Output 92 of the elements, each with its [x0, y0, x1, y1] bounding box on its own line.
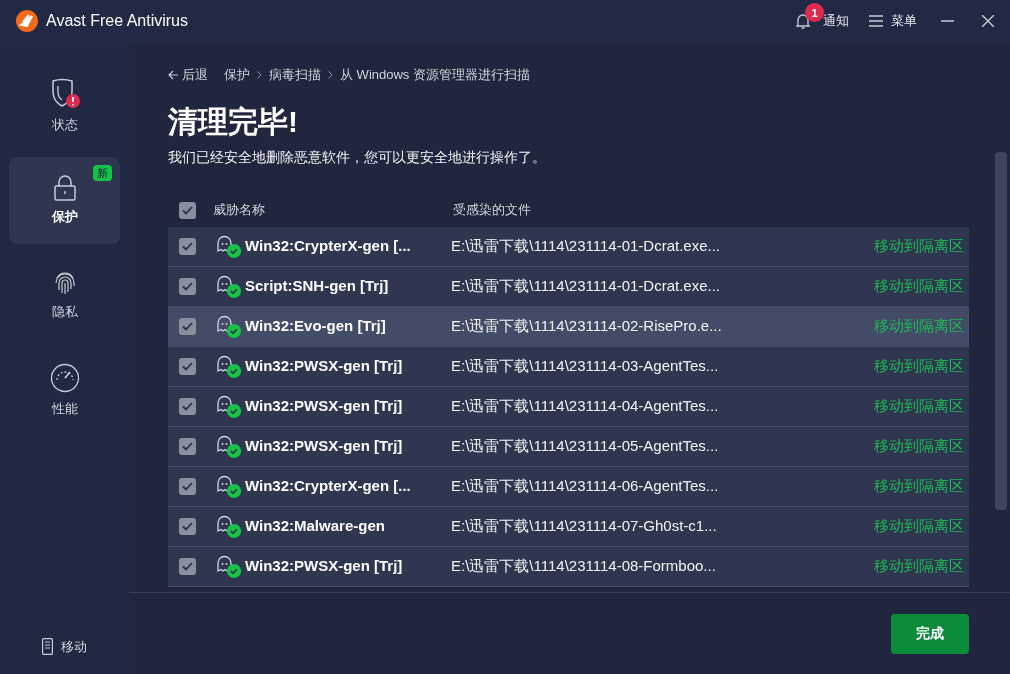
sidebar-item[interactable]: 保护 新	[9, 157, 120, 244]
row-checkbox[interactable]	[179, 438, 196, 455]
threat-row[interactable]: Win32:CrypterX-gen [... E:\迅雷下载\1114\231114-06-AgentTes... 移动到隔离区	[168, 467, 969, 507]
checkmark-icon	[182, 402, 193, 411]
ghost-check-icon	[216, 514, 242, 539]
file-path: E:\迅雷下载\1114\231114-01-Dcrat.exe...	[451, 236, 720, 257]
threat-name: Win32:CrypterX-gen [...	[245, 236, 412, 257]
row-checkbox[interactable]	[179, 398, 196, 415]
quarantine-link[interactable]: 移动到隔离区	[874, 395, 964, 418]
sidebar-item[interactable]: 性能	[9, 347, 120, 434]
row-checkbox[interactable]	[179, 238, 196, 255]
ghost-check-icon	[216, 434, 242, 459]
ghost-check-icon	[216, 394, 242, 419]
quarantine-link[interactable]: 移动到隔离区	[874, 435, 964, 458]
page-heading: 清理完毕!	[168, 104, 299, 140]
file-path: E:\迅雷下载\1114\231114-07-Gh0st-c1...	[451, 516, 717, 537]
checkmark-icon	[182, 522, 193, 531]
row-checkbox[interactable]	[179, 518, 196, 535]
quarantine-link[interactable]: 移动到隔离区	[874, 355, 964, 378]
threat-row[interactable]: Win32:Evo-gen [Trj] E:\迅雷下载\1114\231114-02-RisePro.e... 移动到隔离区	[168, 307, 969, 347]
ghost-check-icon	[216, 474, 242, 499]
threat-name: Win32:PWSX-gen [Trj]	[245, 436, 404, 457]
checkmark-icon	[182, 482, 193, 491]
file-path: E:\迅雷下载\1114\231114-04-AgentTes...	[451, 396, 719, 417]
threat-row[interactable]: Win32:CrypterX-gen [... E:\迅雷下载\1114\231114-01-Dcrat.exe... 移动到隔离区	[168, 227, 969, 267]
file-path: E:\迅雷下载\1114\231114-03-AgentTes...	[451, 356, 719, 377]
quarantine-link[interactable]: 移动到隔离区	[874, 275, 964, 298]
sidebar-item[interactable]: 状态	[9, 62, 120, 149]
column-header: 受感染的文件	[453, 201, 531, 220]
checkmark-icon	[182, 442, 193, 451]
quarantine-link[interactable]: 移动到隔离区	[874, 555, 964, 578]
row-checkbox[interactable]	[179, 558, 196, 575]
subtitle-text: 我们已经安全地删除恶意软件，您可以更安全地进行操作了。	[168, 148, 547, 167]
speedometer-icon	[49, 362, 80, 393]
checkmark-icon	[182, 205, 193, 215]
threat-name: Win32:PWSX-gen [Trj]	[245, 356, 404, 377]
file-path: E:\迅雷下载\1114\231114-02-RisePro.e...	[451, 316, 722, 337]
threat-name: Win32:PWSX-gen [Trj]	[245, 556, 404, 577]
ghost-check-icon	[216, 354, 242, 379]
threat-row[interactable]: Win32:PWSX-gen [Trj] E:\迅雷下载\1114\231114-04-AgentTes... 移动到隔离区	[168, 387, 969, 427]
bell-icon	[795, 12, 811, 30]
threat-name: Win32:Evo-gen [Trj]	[245, 316, 387, 337]
threat-name: Win32:Malware-gen	[245, 516, 386, 537]
checkmark-icon	[182, 242, 193, 251]
menu-icon	[869, 15, 883, 27]
breadcrumb-link[interactable]: 病毒扫描	[269, 65, 321, 85]
padlock-icon	[53, 174, 76, 201]
row-checkbox[interactable]	[179, 318, 196, 335]
scrollbar-thumb[interactable]	[995, 152, 1007, 510]
threat-name: Win32:PWSX-gen [Trj]	[245, 396, 404, 417]
back-link[interactable]: 后退	[168, 65, 208, 85]
done-button[interactable]: 完成	[891, 613, 969, 654]
quarantine-link[interactable]: 移动到隔离区	[874, 515, 964, 538]
checkmark-icon	[182, 322, 193, 331]
notification-badge: 1	[805, 3, 824, 23]
sidebar-item[interactable]: 隐私	[9, 252, 120, 339]
file-path: E:\迅雷下载\1114\231114-06-AgentTes...	[451, 476, 719, 497]
mobile-link[interactable]: 移动	[61, 636, 87, 656]
threat-row[interactable]: Script:SNH-gen [Trj] E:\迅雷下载\1114\231114-01-Dcrat.exe... 移动到隔离区	[168, 267, 969, 307]
ghost-check-icon	[216, 274, 242, 299]
chevron-icon	[257, 71, 262, 79]
threat-row[interactable]: Win32:PWSX-gen [Trj] E:\迅雷下载\1114\231114-08-Formboo... 移动到隔离区	[168, 547, 969, 587]
checkmark-icon	[182, 282, 193, 291]
ghost-check-icon	[216, 234, 242, 259]
file-path: E:\迅雷下载\1114\231114-05-AgentTes...	[451, 436, 719, 457]
select-all-checkbox[interactable]	[179, 201, 196, 219]
file-path: E:\迅雷下载\1114\231114-08-Formboo...	[451, 556, 716, 577]
row-checkbox[interactable]	[179, 278, 196, 295]
quarantine-link[interactable]: 移动到隔离区	[874, 235, 964, 258]
checkmark-icon	[182, 362, 193, 371]
column-header: 威胁名称	[213, 201, 266, 220]
breadcrumb-link[interactable]: 保护	[224, 65, 250, 85]
threat-row[interactable]: Win32:Malware-gen E:\迅雷下载\1114\231114-07-Gh0st-c1... 移动到隔离区	[168, 507, 969, 547]
ghost-check-icon	[216, 314, 242, 339]
menu-button[interactable]: 菜单	[869, 11, 917, 31]
threat-name: Script:SNH-gen [Trj]	[245, 276, 390, 297]
checkmark-icon	[182, 562, 193, 571]
new-badge: 新	[93, 165, 112, 181]
phone-icon	[42, 637, 53, 655]
threat-name: Win32:CrypterX-gen [...	[245, 476, 412, 497]
back-arrow-icon	[168, 70, 178, 80]
window-title: Avast Free Antivirus	[46, 11, 188, 31]
row-checkbox[interactable]	[179, 358, 196, 375]
threat-row[interactable]: Win32:PWSX-gen [Trj] E:\迅雷下载\1114\231114-05-AgentTes... 移动到隔离区	[168, 427, 969, 467]
close-icon[interactable]	[982, 15, 994, 27]
file-path: E:\迅雷下载\1114\231114-01-Dcrat.exe...	[451, 276, 720, 297]
ghost-check-icon	[216, 554, 242, 579]
chevron-icon	[328, 71, 333, 79]
quarantine-link[interactable]: 移动到隔离区	[874, 475, 964, 498]
row-checkbox[interactable]	[179, 478, 196, 495]
threat-row[interactable]: Win32:PWSX-gen [Trj] E:\迅雷下载\1114\231114-03-AgentTes... 移动到隔离区	[168, 347, 969, 387]
logo-icon	[16, 10, 38, 32]
